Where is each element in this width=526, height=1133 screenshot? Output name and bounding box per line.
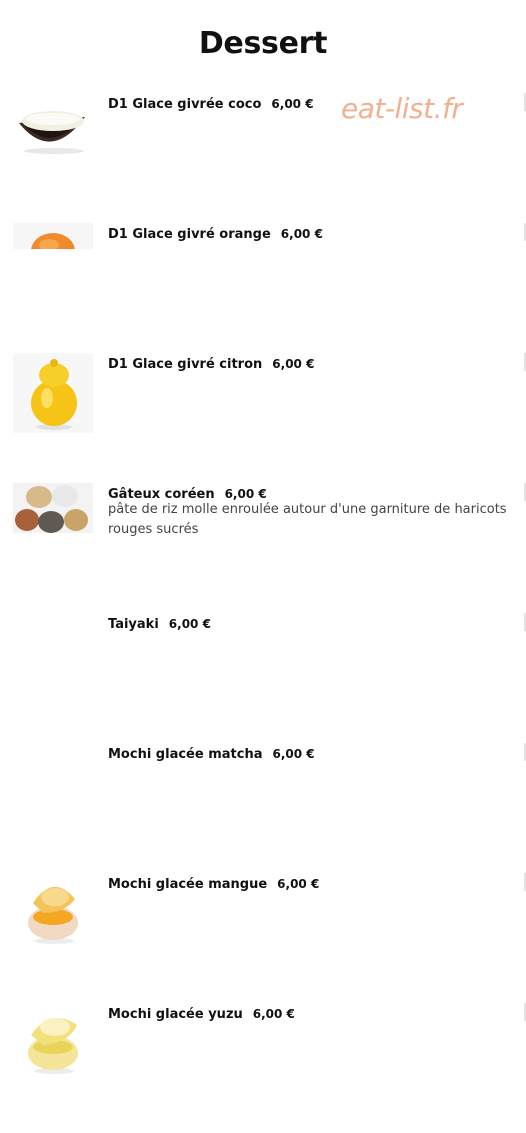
orange-ice-cream-image xyxy=(13,223,93,249)
menu-item[interactable]: D1 Glace givré citron 6,00 € xyxy=(0,353,526,483)
menu-item[interactable]: Gâteux coréen 6,00 € pâte de riz molle en… xyxy=(0,483,526,613)
item-name: Mochi glacée yuzu xyxy=(108,1007,243,1022)
menu-item[interactable]: Mochi glacée matcha 6,00 € xyxy=(0,743,526,873)
yuzu-mochi-image xyxy=(13,1003,93,1083)
item-name: Taiyaki xyxy=(108,617,159,632)
item-name: Mochi glacée mangue xyxy=(108,877,268,892)
item-name: Mochi glacée matcha xyxy=(108,747,263,762)
item-price: 6,00 € xyxy=(277,877,320,891)
item-price: 6,00 € xyxy=(252,1007,295,1021)
item-price: 6,00 € xyxy=(271,97,314,111)
menu-item[interactable]: Mochi glacée yuzu 6,00 € xyxy=(0,1003,526,1133)
item-description: pâte de riz molle enroulée autour d'une … xyxy=(108,502,507,537)
item-name: D1 Glace givré orange xyxy=(108,227,271,242)
menu-item[interactable]: Mochi glacée mangue 6,00 € xyxy=(0,873,526,1003)
lemon-ice-cream-image xyxy=(13,353,93,433)
menu-item[interactable]: D1 Glace givré orange 6,00 € xyxy=(0,223,526,353)
page-title: Dessert xyxy=(198,26,328,61)
item-price: 6,00 € xyxy=(272,357,315,371)
coconut-ice-cream-image xyxy=(13,93,93,173)
item-name: D1 Glace givrée coco xyxy=(108,97,262,112)
item-price: 6,00 € xyxy=(224,487,267,501)
item-name: D1 Glace givré citron xyxy=(108,357,263,372)
menu-item[interactable]: D1 Glace givrée coco 6,00 € xyxy=(0,93,526,223)
menu-item[interactable]: Taiyaki 6,00 € xyxy=(0,613,526,743)
mango-mochi-image xyxy=(13,873,93,953)
korean-rice-cakes-image xyxy=(13,483,93,533)
item-price: 6,00 € xyxy=(280,227,323,241)
item-price: 6,00 € xyxy=(168,617,211,631)
item-price: 6,00 € xyxy=(272,747,315,761)
